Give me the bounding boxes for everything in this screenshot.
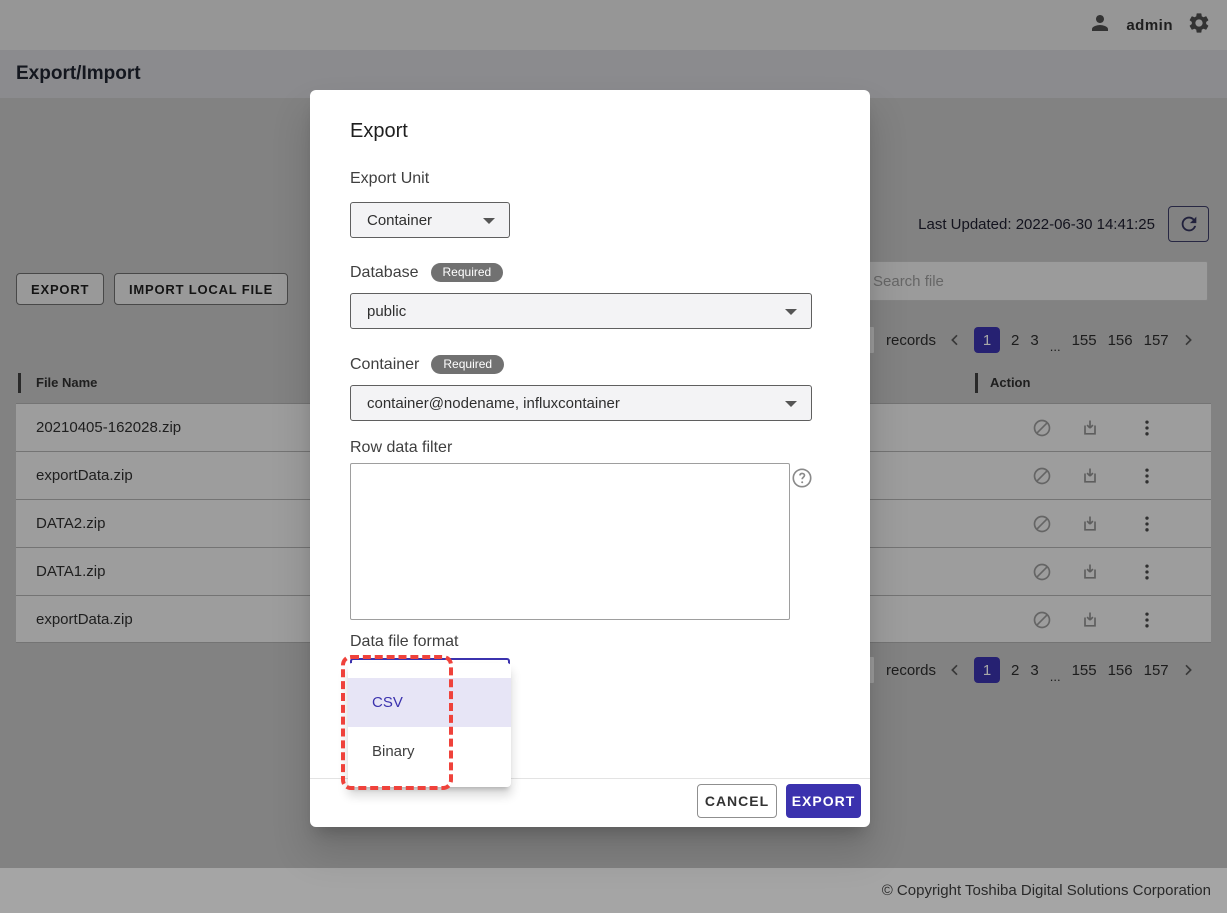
container-select[interactable]: container@nodename, influxcontainer — [350, 385, 812, 421]
dialog-title: Export — [350, 120, 408, 143]
export-unit-value: Container — [367, 212, 432, 229]
container-label-text: Container — [350, 356, 419, 374]
required-badge: Required — [431, 355, 504, 374]
data-file-format-label-text: Data file format — [350, 633, 458, 651]
menu-option-binary[interactable]: Binary — [348, 727, 511, 776]
export-confirm-button[interactable]: EXPORT — [786, 784, 861, 818]
row-data-filter-label: Row data filter — [350, 439, 452, 457]
required-badge: Required — [431, 263, 504, 282]
menu-option-csv[interactable]: CSV — [348, 678, 511, 727]
database-value: public — [367, 303, 406, 320]
row-data-filter-textarea[interactable] — [350, 463, 790, 620]
chevron-down-icon — [785, 309, 797, 315]
screen: admin Export/Import EXPORT IMPORT LOCAL … — [0, 0, 1227, 913]
container-value: container@nodename, influxcontainer — [367, 395, 620, 412]
chevron-down-icon — [483, 218, 495, 224]
export-dialog: Export Export Unit Container Database Re… — [310, 90, 870, 827]
help-icon[interactable] — [791, 467, 813, 489]
export-unit-label-text: Export Unit — [350, 170, 429, 188]
cancel-button[interactable]: CANCEL — [697, 784, 777, 818]
database-label: Database Required — [350, 263, 503, 282]
chevron-down-icon — [785, 401, 797, 407]
data-file-format-menu: CSV Binary — [348, 663, 511, 787]
export-unit-select[interactable]: Container — [350, 202, 510, 238]
database-label-text: Database — [350, 264, 419, 282]
row-data-filter-label-text: Row data filter — [350, 439, 452, 457]
container-label: Container Required — [350, 355, 504, 374]
database-select[interactable]: public — [350, 293, 812, 329]
export-unit-label: Export Unit — [350, 170, 429, 188]
data-file-format-label: Data file format — [350, 633, 458, 651]
